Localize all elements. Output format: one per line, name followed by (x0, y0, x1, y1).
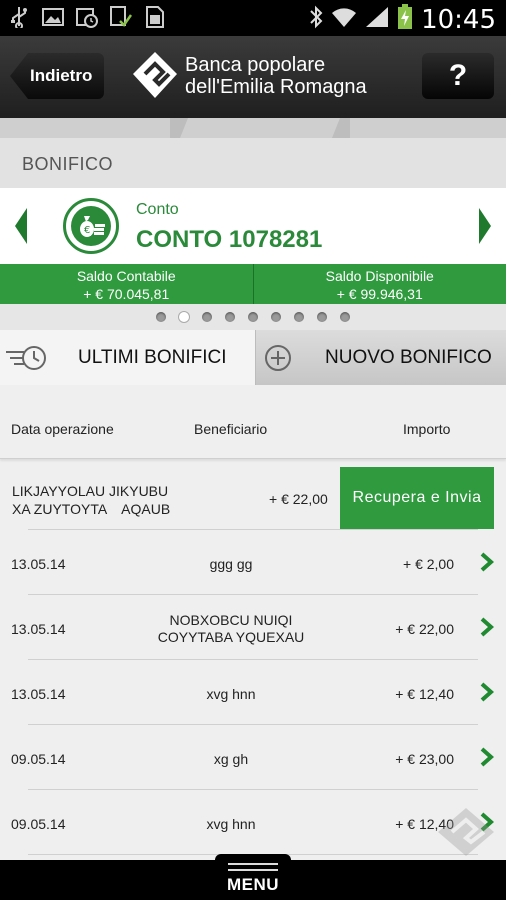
transfer-row[interactable]: 09.05.14 xvg hnn + € 12,40 (0, 790, 506, 855)
calendar-clock-icon (76, 6, 98, 28)
row-beneficiary-line2: COYYTABA YQUEXAU (157, 629, 305, 645)
row-date: 09.05.14 (11, 816, 66, 832)
svg-text:€: € (84, 225, 90, 236)
menu-handle-icon (228, 863, 278, 871)
pager-dot[interactable] (179, 312, 189, 322)
tab-nuovo-label: NUOVO BONIFICO (325, 347, 492, 368)
row-beneficiary-line1: xvg hnn (206, 686, 256, 702)
checklist-icon (110, 6, 132, 28)
transfers-list: Data operazione Beneficiario Importo LIK… (0, 385, 506, 860)
bank-logo: Banca popolare dell'Emilia Romagna (133, 52, 383, 102)
brand-line2: dell'Emilia Romagna (185, 76, 367, 98)
tab-nuovo-bonifico[interactable]: NUOVO BONIFICO (255, 330, 506, 385)
bluetooth-icon (309, 5, 323, 34)
account-kind: Conto (136, 201, 179, 218)
saldo-disponibile-label: Saldo Disponibile (325, 268, 434, 284)
brand-line1: Banca popolare (185, 54, 326, 76)
header-date: Data operazione (11, 421, 114, 437)
account-pager (0, 304, 506, 330)
decorative-band (0, 118, 506, 138)
wifi-icon (331, 6, 357, 33)
row-date: 13.05.14 (11, 556, 66, 572)
chevron-right-icon[interactable] (480, 617, 494, 637)
saldo-disponibile: Saldo Disponibile + € 99.946,31 (253, 264, 506, 304)
pager-dot[interactable] (317, 312, 327, 322)
chevron-right-icon[interactable] (480, 682, 494, 702)
row-beneficiary-line1: xvg hnn (206, 816, 256, 832)
chevron-right-icon[interactable] (480, 747, 494, 767)
pager-dot[interactable] (294, 312, 304, 322)
chevron-right-icon[interactable] (480, 552, 494, 572)
prev-account-arrow-icon[interactable] (15, 208, 27, 244)
balance-strip: Saldo Contabile + € 70.045,81 Saldo Disp… (0, 264, 506, 304)
row-beneficiary-line1: NOBXOBCU NUIQI (169, 612, 293, 628)
transfer-row[interactable]: 13.05.14 xvg hnn + € 12,40 (0, 660, 506, 725)
signal-icon (365, 6, 389, 33)
history-icon (6, 346, 46, 370)
recupera-invia-button[interactable]: Recupera e Invia (340, 467, 494, 529)
tab-ultimi-bonifici[interactable]: ULTIMI BONIFICI (0, 330, 255, 385)
back-button[interactable]: Indietro (10, 53, 104, 99)
transfer-row[interactable]: 09.05.14 xg gh + € 23,00 (0, 725, 506, 790)
pending-transfer-row[interactable]: LIKJAYYOLAU JIKYUBU XA ZUYTOYTA AQAUB + … (0, 465, 506, 530)
row-date: 13.05.14 (11, 621, 66, 637)
row-beneficiary: ggg gg (130, 556, 332, 573)
next-account-arrow-icon[interactable] (479, 208, 491, 244)
row-amount: + € 2,00 (403, 556, 454, 572)
pending-amount: + € 22,00 (269, 491, 328, 507)
page-title: BONIFICO (0, 138, 506, 188)
pending-beneficiary: LIKJAYYOLAU JIKYUBU XA ZUYTOYTA AQAUB (12, 482, 170, 518)
saldo-contabile: Saldo Contabile + € 70.045,81 (0, 264, 254, 304)
account-name: CONTO 1078281 (136, 226, 323, 253)
help-button[interactable]: ? (422, 53, 494, 99)
row-beneficiary-line1: xg gh (213, 751, 249, 767)
menu-label: MENU (226, 875, 280, 894)
money-bag-icon: € (63, 198, 119, 254)
pager-dot[interactable] (202, 312, 212, 322)
row-beneficiary: xg gh (130, 751, 332, 768)
pager-dot[interactable] (340, 312, 350, 322)
status-bar: 10:45 (0, 0, 506, 36)
image-icon (42, 6, 64, 28)
row-amount: + € 23,00 (395, 751, 454, 767)
pending-beneficiary-line1: LIKJAYYOLAU JIKYUBU (12, 483, 169, 499)
header-amount: Importo (403, 421, 451, 437)
row-beneficiary: xvg hnn (130, 816, 332, 833)
bper-logo-icon (133, 52, 177, 98)
list-header: Data operazione Beneficiario Importo (0, 385, 506, 459)
row-date: 13.05.14 (11, 686, 66, 702)
app-header: Indietro Banca popolare dell'Emilia Roma… (0, 36, 506, 118)
transfer-row[interactable]: 13.05.14 ggg gg + € 2,00 (0, 530, 506, 595)
sim-icon (144, 6, 166, 28)
add-circle-icon (265, 345, 291, 371)
bottom-menu-bar[interactable]: MENU (0, 854, 506, 900)
transfer-row[interactable]: 13.05.14 NOBXOBCU NUIQI COYYTABA YQUEXAU + … (0, 595, 506, 660)
row-amount: + € 22,00 (395, 621, 454, 637)
pager-dot[interactable] (156, 312, 166, 322)
saldo-disponibile-value: + € 99.946,31 (336, 286, 423, 302)
back-button-label: Indietro (30, 66, 93, 85)
tab-ultimi-label: ULTIMI BONIFICI (78, 347, 227, 368)
row-amount: + € 12,40 (395, 686, 454, 702)
row-date: 09.05.14 (11, 751, 66, 767)
header-beneficiary: Beneficiario (194, 421, 268, 437)
account-selector: € Conto CONTO 1078281 (0, 188, 506, 264)
row-beneficiary: xvg hnn (130, 686, 332, 703)
tab-bar: ULTIMI BONIFICI NUOVO BONIFICO (0, 330, 506, 385)
clock: 10:45 (421, 4, 496, 35)
usb-icon (8, 6, 30, 28)
row-beneficiary: NOBXOBCU NUIQI COYYTABA YQUEXAU (130, 612, 332, 646)
bper-watermark-icon (438, 808, 494, 856)
saldo-contabile-label: Saldo Contabile (76, 268, 176, 284)
pending-beneficiary-line2: XA ZUYTOYTA AQAUB (12, 501, 171, 517)
pager-dot[interactable] (248, 312, 258, 322)
pager-dot[interactable] (271, 312, 281, 322)
saldo-contabile-value: + € 70.045,81 (83, 286, 170, 302)
row-beneficiary-line1: ggg gg (209, 556, 253, 572)
battery-charging-icon (397, 4, 413, 35)
pager-dot[interactable] (225, 312, 235, 322)
